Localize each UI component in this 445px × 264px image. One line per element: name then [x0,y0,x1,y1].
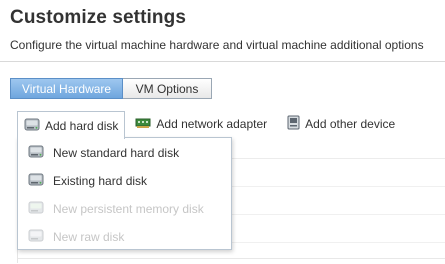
tab-bar: Virtual Hardware VM Options [10,78,212,99]
menu-item-new-standard-hard-disk[interactable]: New standard hard disk [28,142,179,164]
add-other-device-button[interactable]: Add other device [281,112,401,136]
menu-item-existing-hard-disk[interactable]: Existing hard disk [28,170,147,192]
add-network-adapter-label: Add network adapter [156,117,268,131]
menu-item-new-raw-disk[interactable]: New raw disk [28,226,124,248]
menu-item-label: New persistent memory disk [53,202,204,216]
tab-virtual-hardware[interactable]: Virtual Hardware [10,78,123,99]
add-hard-disk-label: Add hard disk [45,118,119,133]
add-hard-disk-button[interactable]: Add hard disk [17,111,126,139]
hard-disk-icon [24,118,40,134]
panel-bottom-border [18,258,445,259]
header-divider [0,61,445,62]
memory-disk-icon [28,201,44,217]
add-network-adapter-button[interactable]: Add network adapter [129,112,273,136]
network-adapter-icon [135,117,151,132]
row-divider [232,242,445,243]
hardware-toolbar: Add hard disk Add network adapter Add ot… [17,111,401,139]
device-icon [287,115,300,133]
add-hard-disk-menu: New standard hard disk Existing hard dis… [17,137,232,250]
add-other-device-label: Add other device [305,117,396,131]
hardware-list-background [232,158,445,264]
row-divider [232,214,445,215]
page-title: Customize settings [10,7,186,28]
menu-item-label: Existing hard disk [53,174,148,188]
tab-vm-options[interactable]: VM Options [123,78,212,99]
row-divider [232,186,445,187]
menu-item-label: New standard hard disk [53,146,180,160]
menu-item-label: New raw disk [53,230,125,244]
page-subtitle: Configure the virtual machine hardware a… [10,38,424,52]
raw-disk-icon [28,229,44,245]
hard-disk-icon [28,145,44,161]
hard-disk-icon [28,173,44,189]
menu-item-new-persistent-memory-disk[interactable]: New persistent memory disk [28,198,204,220]
